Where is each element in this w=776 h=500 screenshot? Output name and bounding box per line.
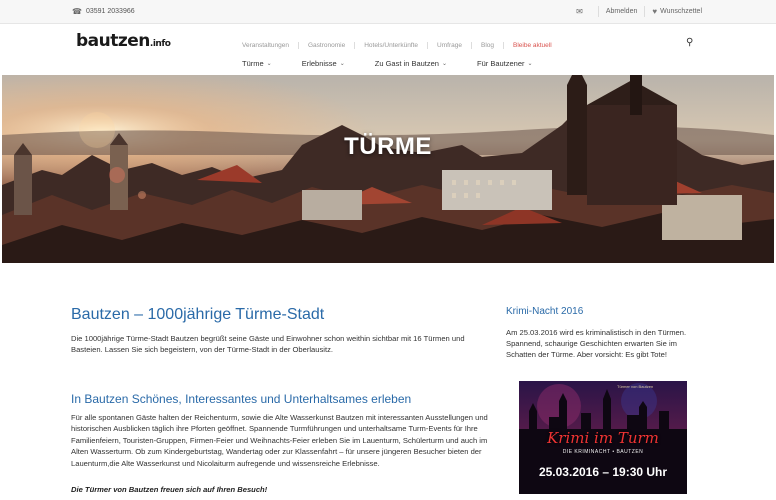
nav-zu-gast-label: Zu Gast in Bautzen	[374, 59, 439, 68]
nav-erlebnisse[interactable]: Erlebnisse ⌄	[302, 59, 345, 68]
chevron-down-icon: ⌄	[266, 61, 272, 67]
divider	[597, 6, 599, 17]
top-utility-bar: ☎ 03591 2033966 ✉ Abmelden ♥ Wunschzette…	[0, 0, 776, 24]
sidebar: Krimi-Nacht 2016 Am 25.03.2016 wird es k…	[506, 306, 706, 360]
phone-icon: ☎	[72, 7, 82, 16]
section-heading: In Bautzen Schönes, Interessantes und Un…	[71, 392, 412, 406]
nav-fuer-bautzener-label: Für Bautzener	[477, 59, 525, 68]
hero-banner: TÜRME	[2, 75, 774, 263]
utility-links: ✉ Abmelden ♥ Wunschzettel	[576, 6, 702, 17]
mail-icon[interactable]: ✉	[576, 7, 583, 16]
nav-hotels[interactable]: Hotels/Unterkünfte	[354, 42, 427, 49]
nav-tuerme[interactable]: Türme ⌄	[242, 59, 272, 68]
page-title: Bautzen – 1000jährige Türme-Stadt	[71, 306, 325, 323]
poster-top-text: Türmer von Bautzen	[617, 384, 654, 389]
nav-zu-gast[interactable]: Zu Gast in Bautzen ⌄	[375, 59, 447, 68]
wishlist-link[interactable]: Wunschzettel	[660, 8, 702, 15]
intro-text: Die 1000jährige Türme-Stadt Bautzen begr…	[71, 334, 465, 354]
chevron-down-icon: ⌄	[441, 61, 447, 67]
site-logo[interactable]: bautzen.info	[76, 31, 171, 51]
search-icon[interactable]: ⚲	[686, 37, 693, 48]
nav-veranstaltungen[interactable]: Veranstaltungen	[240, 42, 298, 49]
nav-bleibe-aktuell[interactable]: Bleibe aktuell	[503, 42, 561, 49]
sidebar-text: Am 25.03.2016 wird es kriminalistisch in…	[506, 328, 687, 359]
poster-subtitle: DIE KRIMINACHT • BAUTZEN	[562, 449, 644, 455]
hero-title: TÜRME	[344, 133, 432, 160]
nav-gastronomie[interactable]: Gastronomie	[297, 42, 354, 49]
nav-tuerme-label: Türme	[242, 59, 264, 68]
chevron-down-icon: ⌄	[339, 61, 345, 67]
hero-cityscape-image	[2, 75, 774, 263]
poster-title: Krimi im Turm	[547, 429, 659, 447]
secondary-nav: Veranstaltungen Gastronomie Hotels/Unter…	[240, 42, 561, 49]
krimi-poster[interactable]: Türmer von Bautzen Krimi im Turm DIE KRI…	[519, 381, 687, 494]
poster-date: 25.03.2016 – 19:30 Uhr	[538, 465, 668, 479]
site-header: bautzen.info Veranstaltungen Gastronomie…	[0, 24, 776, 75]
nav-umfrage[interactable]: Umfrage	[427, 42, 471, 49]
chevron-down-icon: ⌄	[527, 61, 533, 67]
main-nav: Türme ⌄ Erlebnisse ⌄ Zu Gast in Bautzen …	[242, 59, 563, 68]
logout-link[interactable]: Abmelden	[606, 8, 638, 15]
main-content: Bautzen – 1000jährige Türme-Stadt Die 10…	[71, 306, 491, 494]
nav-blog[interactable]: Blog	[470, 42, 503, 49]
nav-fuer-bautzener[interactable]: Für Bautzener ⌄	[477, 59, 533, 68]
logo-name: bautzen	[76, 31, 150, 51]
nav-erlebnisse-label: Erlebnisse	[301, 59, 337, 68]
divider	[644, 6, 646, 17]
closing-line: Die Türmer von Bautzen freuen sich auf I…	[71, 485, 268, 495]
heart-icon: ♥	[652, 7, 658, 16]
phone-contact[interactable]: ☎ 03591 2033966	[72, 7, 135, 16]
sidebar-heading: Krimi-Nacht 2016	[506, 306, 584, 317]
phone-number: 03591 2033966	[85, 8, 135, 15]
logo-tld: .info	[149, 39, 171, 49]
section-body: Für alle spontanen Gäste halten der Reic…	[71, 413, 488, 468]
